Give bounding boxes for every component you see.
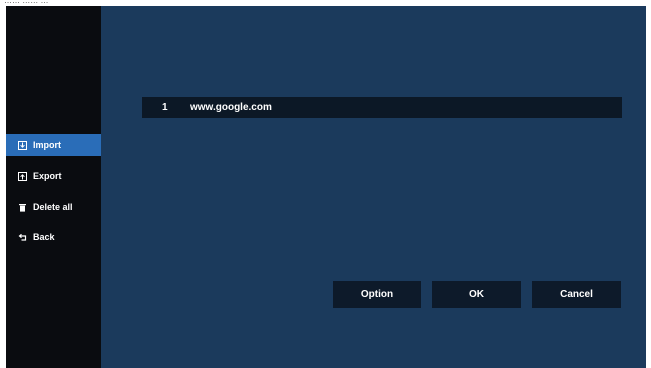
import-icon	[17, 140, 27, 150]
top-caption: …… …… …	[4, 0, 49, 5]
export-icon	[17, 171, 27, 181]
sidebar-item-back[interactable]: Back	[6, 226, 101, 248]
screen: …… …… … Import Export Delete all Back 1 …	[0, 0, 651, 368]
option-button[interactable]: Option	[333, 281, 421, 308]
list-item-url: www.google.com	[190, 102, 272, 113]
sidebar-item-label: Export	[33, 171, 62, 181]
list-item[interactable]: 1 www.google.com	[142, 97, 622, 118]
main-panel	[101, 6, 646, 368]
trash-icon	[17, 202, 27, 212]
back-arrow-icon	[17, 232, 27, 242]
sidebar-item-label: Delete all	[33, 202, 73, 212]
ok-button[interactable]: OK	[432, 281, 521, 308]
list-item-index: 1	[162, 102, 168, 113]
sidebar-item-label: Import	[33, 140, 61, 150]
sidebar-item-export[interactable]: Export	[6, 165, 101, 187]
sidebar-item-import[interactable]: Import	[6, 134, 101, 156]
sidebar: Import Export Delete all Back	[6, 6, 101, 368]
sidebar-item-label: Back	[33, 232, 55, 242]
cancel-button[interactable]: Cancel	[532, 281, 621, 308]
sidebar-item-delete-all[interactable]: Delete all	[6, 196, 101, 218]
